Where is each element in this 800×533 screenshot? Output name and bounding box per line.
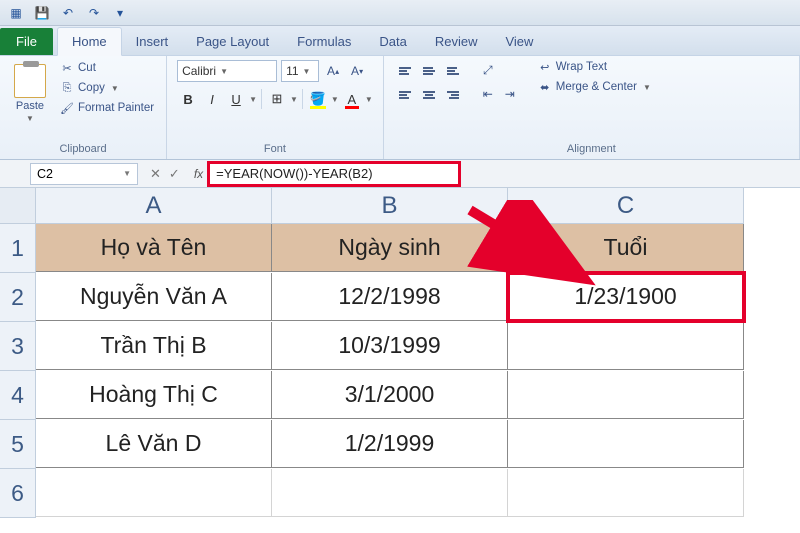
cancel-formula-icon[interactable]: ✕ bbox=[150, 166, 161, 182]
tab-data[interactable]: Data bbox=[365, 28, 420, 55]
undo-icon[interactable]: ↶ bbox=[60, 5, 76, 21]
cell-b1[interactable]: Ngày sinh bbox=[272, 224, 508, 272]
cell-b2[interactable]: 12/2/1998 bbox=[272, 273, 508, 321]
cell-a5[interactable]: Lê Văn D bbox=[36, 420, 272, 468]
cut-button[interactable]: ✂Cut bbox=[58, 60, 156, 76]
decrease-indent-button[interactable]: ⇤ bbox=[478, 84, 498, 104]
row-header-4[interactable]: 4 bbox=[0, 371, 36, 420]
group-alignment: ⤢ ⇤ ⇥ ↩Wrap Text ⬌Merge & Center▼ Alignm… bbox=[384, 56, 800, 159]
align-right-button[interactable] bbox=[442, 84, 464, 106]
font-name-combo[interactable]: Calibri▼ bbox=[177, 60, 277, 82]
merge-icon: ⬌ bbox=[538, 80, 552, 94]
ribbon: Paste ▼ ✂Cut ⎘Copy▼ 🖌Format Painter Clip… bbox=[0, 56, 800, 160]
cell-c3[interactable] bbox=[508, 322, 744, 370]
group-font: Calibri▼ 11▼ A▴ A▾ B I U ▼ ⊞ ▼ 🪣 ▼ A ▼ F… bbox=[167, 56, 384, 159]
align-left-button[interactable] bbox=[394, 84, 416, 106]
cell-a4[interactable]: Hoàng Thị C bbox=[36, 371, 272, 419]
enter-formula-icon[interactable]: ✓ bbox=[169, 166, 180, 182]
col-header-b[interactable]: B bbox=[272, 188, 508, 224]
formula-bar: C2▼ ✕ ✓ fx =YEAR(NOW())-YEAR(B2) bbox=[0, 160, 800, 188]
align-middle-button[interactable] bbox=[418, 60, 440, 82]
orientation-button[interactable]: ⤢ bbox=[478, 60, 498, 80]
font-color-button[interactable]: A bbox=[341, 88, 363, 110]
formula-input[interactable]: =YEAR(NOW())-YEAR(B2) bbox=[209, 163, 459, 185]
redo-icon[interactable]: ↷ bbox=[86, 5, 102, 21]
cell-b3[interactable]: 10/3/1999 bbox=[272, 322, 508, 370]
shrink-font-button[interactable]: A▾ bbox=[347, 61, 367, 81]
font-size-combo[interactable]: 11▼ bbox=[281, 60, 319, 82]
tab-home[interactable]: Home bbox=[57, 27, 122, 56]
tab-formulas[interactable]: Formulas bbox=[283, 28, 365, 55]
select-all-corner[interactable] bbox=[0, 188, 36, 224]
fill-color-button[interactable]: 🪣 bbox=[307, 88, 329, 110]
underline-button[interactable]: U bbox=[225, 88, 247, 110]
tab-file[interactable]: File bbox=[0, 28, 53, 55]
copy-icon: ⎘ bbox=[60, 81, 74, 95]
cell-c4[interactable] bbox=[508, 371, 744, 419]
col-header-a[interactable]: A bbox=[36, 188, 272, 224]
cell-b6[interactable] bbox=[272, 469, 508, 517]
align-center-button[interactable] bbox=[418, 84, 440, 106]
alignment-group-label: Alignment bbox=[394, 141, 789, 157]
cell-a2[interactable]: Nguyễn Văn A bbox=[36, 273, 272, 321]
align-bottom-button[interactable] bbox=[442, 60, 464, 82]
cell-a1[interactable]: Họ và Tên bbox=[36, 224, 272, 272]
tab-view[interactable]: View bbox=[491, 28, 547, 55]
border-button[interactable]: ⊞ bbox=[266, 88, 288, 110]
ribbon-tabs: File Home Insert Page Layout Formulas Da… bbox=[0, 26, 800, 56]
row-header-5[interactable]: 5 bbox=[0, 420, 36, 469]
brush-icon: 🖌 bbox=[60, 101, 74, 115]
italic-button[interactable]: I bbox=[201, 88, 223, 110]
save-icon[interactable]: 💾 bbox=[34, 5, 50, 21]
cell-c1[interactable]: Tuổi bbox=[508, 224, 744, 272]
quick-access-toolbar: ▦ 💾 ↶ ↷ ▾ bbox=[0, 0, 800, 26]
clipboard-group-label: Clipboard bbox=[10, 141, 156, 157]
cell-b5[interactable]: 1/2/1999 bbox=[272, 420, 508, 468]
tab-pagelayout[interactable]: Page Layout bbox=[182, 28, 283, 55]
copy-button[interactable]: ⎘Copy▼ bbox=[58, 80, 156, 96]
font-group-label: Font bbox=[177, 141, 373, 157]
paste-button[interactable]: Paste ▼ bbox=[10, 60, 50, 127]
wrap-text-button[interactable]: ↩Wrap Text bbox=[538, 60, 651, 74]
increase-indent-button[interactable]: ⇥ bbox=[500, 84, 520, 104]
row-header-3[interactable]: 3 bbox=[0, 322, 36, 371]
customize-qat-icon[interactable]: ▾ bbox=[112, 5, 128, 21]
merge-center-button[interactable]: ⬌Merge & Center▼ bbox=[538, 80, 651, 94]
bold-button[interactable]: B bbox=[177, 88, 199, 110]
name-box[interactable]: C2▼ bbox=[30, 163, 138, 185]
scissors-icon: ✂ bbox=[60, 61, 74, 75]
cell-c6[interactable] bbox=[508, 469, 744, 517]
fx-icon[interactable]: fx bbox=[188, 167, 209, 181]
paste-label: Paste bbox=[16, 100, 44, 112]
cell-c5[interactable] bbox=[508, 420, 744, 468]
cell-c2[interactable]: 1/23/1900 bbox=[508, 273, 744, 321]
row-header-2[interactable]: 2 bbox=[0, 273, 36, 322]
group-clipboard: Paste ▼ ✂Cut ⎘Copy▼ 🖌Format Painter Clip… bbox=[0, 56, 167, 159]
wrap-icon: ↩ bbox=[538, 60, 552, 74]
cell-a3[interactable]: Trần Thị B bbox=[36, 322, 272, 370]
col-header-c[interactable]: C bbox=[508, 188, 744, 224]
cell-a6[interactable] bbox=[36, 469, 272, 517]
tab-insert[interactable]: Insert bbox=[122, 28, 183, 55]
clipboard-icon bbox=[14, 64, 46, 98]
worksheet-grid: A B C 1 Họ và Tên Ngày sinh Tuổi 2 Nguyễ… bbox=[0, 188, 800, 518]
cell-b4[interactable]: 3/1/2000 bbox=[272, 371, 508, 419]
excel-icon: ▦ bbox=[8, 5, 24, 21]
align-top-button[interactable] bbox=[394, 60, 416, 82]
row-header-6[interactable]: 6 bbox=[0, 469, 36, 518]
row-header-1[interactable]: 1 bbox=[0, 224, 36, 273]
format-painter-button[interactable]: 🖌Format Painter bbox=[58, 100, 156, 116]
tab-review[interactable]: Review bbox=[421, 28, 492, 55]
grow-font-button[interactable]: A▴ bbox=[323, 61, 343, 81]
